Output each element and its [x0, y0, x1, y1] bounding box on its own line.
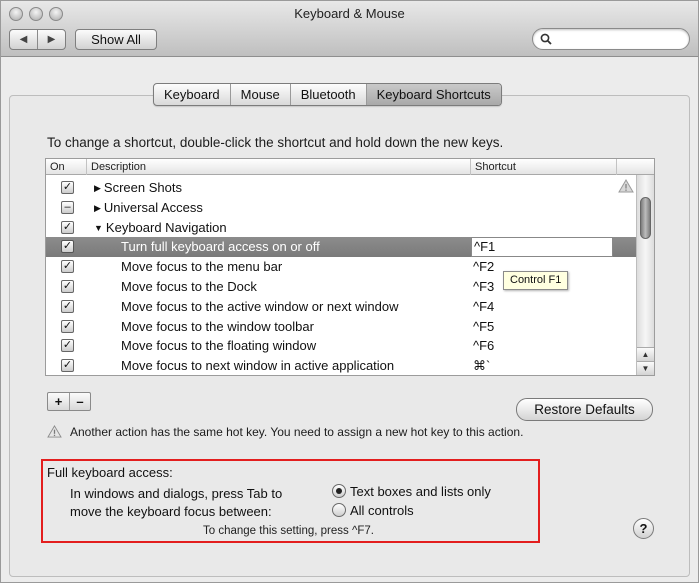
disclosure-triangle-icon[interactable]: ▶: [94, 203, 101, 213]
conflict-warning: Another action has the same hot key. You…: [47, 425, 523, 439]
row-shortcut[interactable]: ^F6: [473, 338, 494, 353]
help-button[interactable]: ?: [633, 518, 654, 539]
back-arrow-icon: ◀: [19, 34, 28, 45]
disclosure-triangle-icon[interactable]: ▶: [94, 183, 101, 193]
row-description: ▼ Keyboard Navigation: [94, 220, 227, 235]
scroll-down-arrow-icon[interactable]: ▼: [637, 361, 654, 375]
enable-checkbox[interactable]: ✓: [61, 240, 74, 253]
column-header-warning: [616, 159, 636, 175]
row-shortcut[interactable]: ^F5: [473, 319, 494, 334]
table-scrollbar[interactable]: ▲ ▼: [636, 175, 654, 375]
radio-label: Text boxes and lists only: [350, 484, 491, 499]
enable-checkbox[interactable]: ✓: [61, 320, 74, 333]
row-description: ▶ Universal Access: [94, 200, 203, 215]
row-shortcut[interactable]: ^F3: [473, 279, 494, 294]
forward-arrow-icon: ▶: [47, 34, 56, 45]
warning-icon: [47, 425, 62, 438]
table-row[interactable]: – ▶ Universal Access: [46, 198, 636, 218]
shortcuts-table: On Description Shortcut ✓ ▶ Screen Shots …: [45, 158, 655, 376]
enable-checkbox[interactable]: ✓: [61, 359, 74, 372]
row-label: Keyboard Navigation: [105, 220, 227, 235]
back-forward-control: ◀ ▶: [9, 29, 66, 50]
keyboard-mouse-window: Keyboard & Mouse ◀ ▶ Show All Keyboard M…: [0, 0, 699, 583]
radio-text-boxes-and-lists[interactable]: Text boxes and lists only: [332, 484, 491, 499]
search-icon: [540, 33, 552, 45]
column-header-shortcut[interactable]: Shortcut: [470, 159, 616, 175]
radio-all-controls[interactable]: All controls: [332, 503, 414, 518]
row-label: Move focus to next window in active appl…: [121, 358, 395, 373]
enable-checkbox[interactable]: ✓: [61, 300, 74, 313]
table-row[interactable]: ✓ ▼ Keyboard Navigation: [46, 218, 636, 238]
full-keyboard-access-group: Full keyboard access: In windows and dia…: [41, 459, 540, 543]
title-bar: Keyboard & Mouse ◀ ▶ Show All: [1, 1, 698, 57]
instructions-text: To change a shortcut, double-click the s…: [47, 135, 504, 150]
enable-checkbox[interactable]: –: [61, 201, 74, 214]
column-header-on[interactable]: On: [46, 159, 86, 175]
full-keyboard-access-note: To change this setting, press ^F7.: [203, 525, 374, 537]
row-description: ▶ Screen Shots: [94, 180, 182, 195]
disclosure-triangle-icon[interactable]: ▼: [94, 223, 103, 233]
table-row[interactable]: ✓ Move focus to the active window or nex…: [46, 297, 636, 317]
enable-checkbox[interactable]: ✓: [61, 280, 74, 293]
tab-bluetooth[interactable]: Bluetooth: [289, 84, 366, 105]
row-label: Move focus to the floating window: [121, 338, 317, 353]
show-all-button[interactable]: Show All: [75, 29, 157, 50]
row-label: Move focus to the menu bar: [121, 259, 283, 274]
search-field[interactable]: [532, 28, 690, 50]
window-title: Keyboard & Mouse: [294, 6, 405, 21]
warning-icon: [618, 179, 634, 193]
back-button[interactable]: ◀: [10, 30, 37, 49]
radio-unselected-icon[interactable]: [332, 503, 346, 517]
table-row-selected[interactable]: ✓ Turn full keyboard access on or off ^F…: [46, 237, 636, 257]
table-row[interactable]: ✓ ▶ Screen Shots: [46, 178, 636, 198]
table-header: On Description Shortcut: [46, 159, 654, 175]
enable-checkbox[interactable]: ✓: [61, 339, 74, 352]
row-label: Move focus to the window toolbar: [121, 319, 314, 334]
scrollbar-thumb[interactable]: [640, 197, 651, 239]
warning-text: Another action has the same hot key. You…: [70, 425, 524, 439]
search-input[interactable]: [555, 31, 683, 47]
shortcut-edit-field[interactable]: ^F1: [471, 237, 613, 257]
row-label: Move focus to the Dock: [121, 279, 257, 294]
row-label: Screen Shots: [103, 180, 182, 195]
description-line-2: move the keyboard focus between:: [70, 504, 272, 519]
enable-checkbox[interactable]: ✓: [61, 221, 74, 234]
enable-checkbox[interactable]: ✓: [61, 260, 74, 273]
row-shortcut[interactable]: ⌘`: [473, 358, 490, 374]
row-shortcut[interactable]: ^F4: [473, 299, 494, 314]
add-shortcut-button[interactable]: +: [48, 393, 69, 410]
table-row[interactable]: ✓ Move focus to next window in active ap…: [46, 356, 636, 375]
tab-keyboard-shortcuts[interactable]: Keyboard Shortcuts: [365, 84, 501, 105]
full-keyboard-access-title: Full keyboard access:: [47, 465, 173, 480]
row-label: Turn full keyboard access on or off: [121, 239, 320, 254]
scroll-up-arrow-icon[interactable]: ▲: [637, 347, 654, 361]
restore-defaults-button[interactable]: Restore Defaults: [516, 398, 653, 421]
radio-label: All controls: [350, 503, 414, 518]
full-keyboard-access-description: In windows and dialogs, press Tab to mov…: [70, 485, 282, 521]
description-line-1: In windows and dialogs, press Tab to: [70, 486, 283, 501]
column-header-description[interactable]: Description: [86, 159, 470, 175]
tab-bar: Keyboard Mouse Bluetooth Keyboard Shortc…: [153, 83, 502, 106]
remove-shortcut-button[interactable]: –: [69, 393, 90, 410]
add-remove-control: + –: [47, 392, 91, 411]
radio-selected-icon[interactable]: [332, 484, 346, 498]
shortcut-tooltip: Control F1: [503, 271, 569, 290]
row-label: Universal Access: [103, 200, 203, 215]
tab-keyboard[interactable]: Keyboard: [154, 84, 230, 105]
table-row[interactable]: ✓ Move focus to the floating window ^F6: [46, 336, 636, 356]
row-shortcut[interactable]: ^F2: [473, 259, 494, 274]
forward-button[interactable]: ▶: [37, 30, 65, 49]
row-label: Move focus to the active window or next …: [121, 299, 399, 314]
enable-checkbox[interactable]: ✓: [61, 181, 74, 194]
tab-mouse[interactable]: Mouse: [229, 84, 290, 105]
table-row[interactable]: ✓ Move focus to the window toolbar ^F5: [46, 317, 636, 337]
